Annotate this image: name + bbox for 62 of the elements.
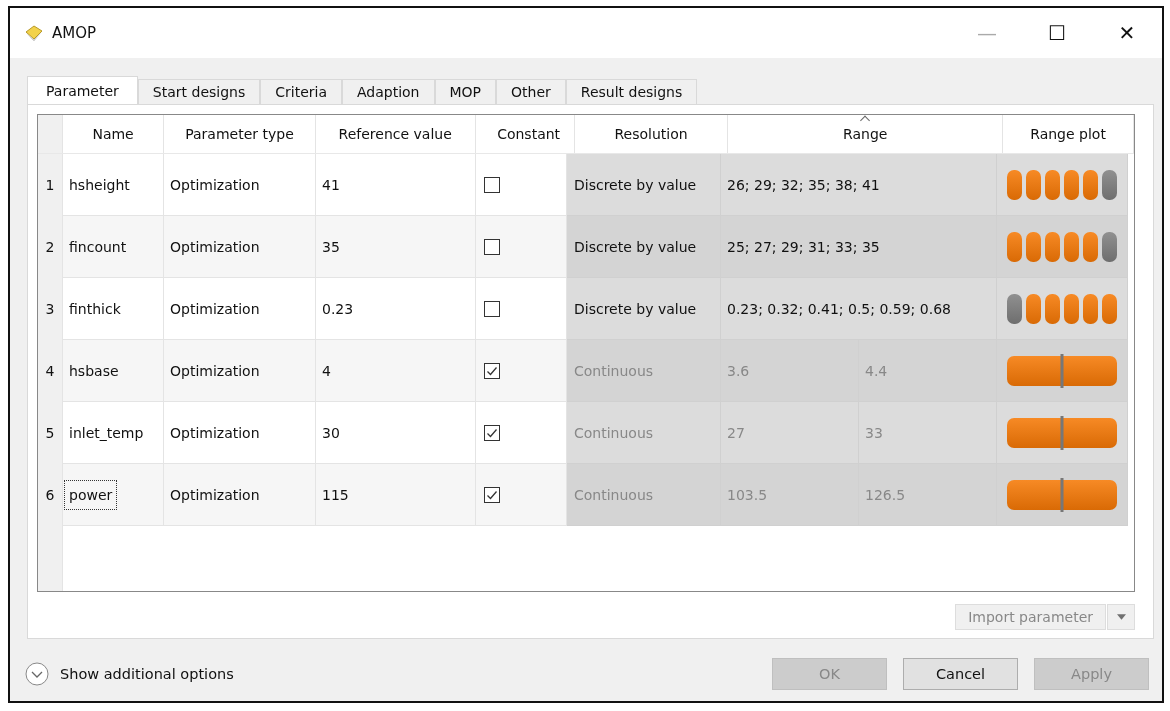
- show-options-label[interactable]: Show additional options: [60, 666, 234, 682]
- table-cell: 25; 27; 29; 31; 33; 35: [727, 238, 880, 255]
- table-cell: 3.6: [727, 362, 750, 379]
- table-cell: Optimization: [170, 300, 260, 317]
- table-cell: 26; 29; 32; 35; 38; 41: [727, 176, 880, 193]
- column-header[interactable]: Reference value: [315, 115, 476, 153]
- table-cell: Continuous: [574, 424, 654, 441]
- table-cell: Discrete by value: [574, 238, 697, 255]
- table-cell: fincount: [69, 238, 127, 255]
- table-cell: 126.5: [865, 486, 906, 503]
- table-cell: 4.4: [865, 362, 888, 379]
- maximize-button[interactable]: ☐: [1022, 10, 1092, 56]
- tab[interactable]: Result designs: [565, 79, 698, 104]
- tab[interactable]: Adaption: [342, 79, 435, 104]
- table-cell: 41: [322, 176, 340, 193]
- column-header[interactable]: Parameter type: [164, 115, 316, 153]
- row-header[interactable]: 1: [38, 154, 63, 216]
- tab[interactable]: Start designs: [137, 79, 261, 104]
- table-cell: 0.23; 0.32; 0.41; 0.5; 0.59; 0.68: [727, 300, 951, 317]
- table-cell: Optimization: [170, 486, 260, 503]
- column-header[interactable]: Range: [728, 115, 1004, 153]
- expand-icon[interactable]: [25, 662, 49, 686]
- table-cell: Optimization: [170, 176, 260, 193]
- tab[interactable]: Other: [496, 79, 566, 104]
- table-cell: Optimization: [170, 362, 260, 379]
- table-cell: 0.23: [322, 300, 354, 317]
- table-cell: 33: [865, 424, 883, 441]
- table-cell: hsbase: [69, 362, 119, 379]
- table-cell: Discrete by value: [574, 300, 697, 317]
- table-cell: 30: [322, 424, 340, 441]
- dropdown-button[interactable]: [1107, 604, 1135, 630]
- close-button[interactable]: ✕: [1092, 10, 1162, 56]
- column-header[interactable]: Name: [63, 115, 165, 153]
- table-cell: power: [64, 479, 118, 510]
- table-cell: 115: [322, 486, 349, 503]
- column-header[interactable]: Resolution: [574, 115, 729, 153]
- checkbox[interactable]: [484, 300, 500, 317]
- tab[interactable]: Parameter: [27, 76, 138, 104]
- table-cell: Optimization: [170, 238, 260, 255]
- table-cell: finthick: [69, 300, 121, 317]
- checkbox[interactable]: [484, 238, 500, 255]
- tab[interactable]: MOP: [434, 79, 497, 104]
- row-header[interactable]: 3: [38, 278, 63, 340]
- window-title: AMOP: [52, 24, 97, 42]
- table-cell: inlet_temp: [69, 424, 144, 441]
- tab[interactable]: Criteria: [260, 79, 342, 104]
- table-cell: Discrete by value: [574, 176, 697, 193]
- table-cell: 103.5: [727, 486, 768, 503]
- column-header[interactable]: Constant: [475, 115, 575, 153]
- table-cell: Continuous: [574, 486, 654, 503]
- column-header[interactable]: Range plot: [1003, 115, 1134, 153]
- table-cell: hsheight: [69, 176, 130, 193]
- table-cell: Continuous: [574, 362, 654, 379]
- dialog-button[interactable]: Cancel: [903, 658, 1018, 690]
- caret-icon: [1116, 614, 1126, 620]
- row-header-strip: [38, 526, 63, 591]
- table-cell: 4: [322, 362, 331, 379]
- checkbox[interactable]: [484, 176, 500, 193]
- table-cell: 35: [322, 238, 340, 255]
- table-cell: 27: [727, 424, 745, 441]
- table-cell: Optimization: [170, 424, 260, 441]
- row-header[interactable]: 2: [38, 216, 63, 278]
